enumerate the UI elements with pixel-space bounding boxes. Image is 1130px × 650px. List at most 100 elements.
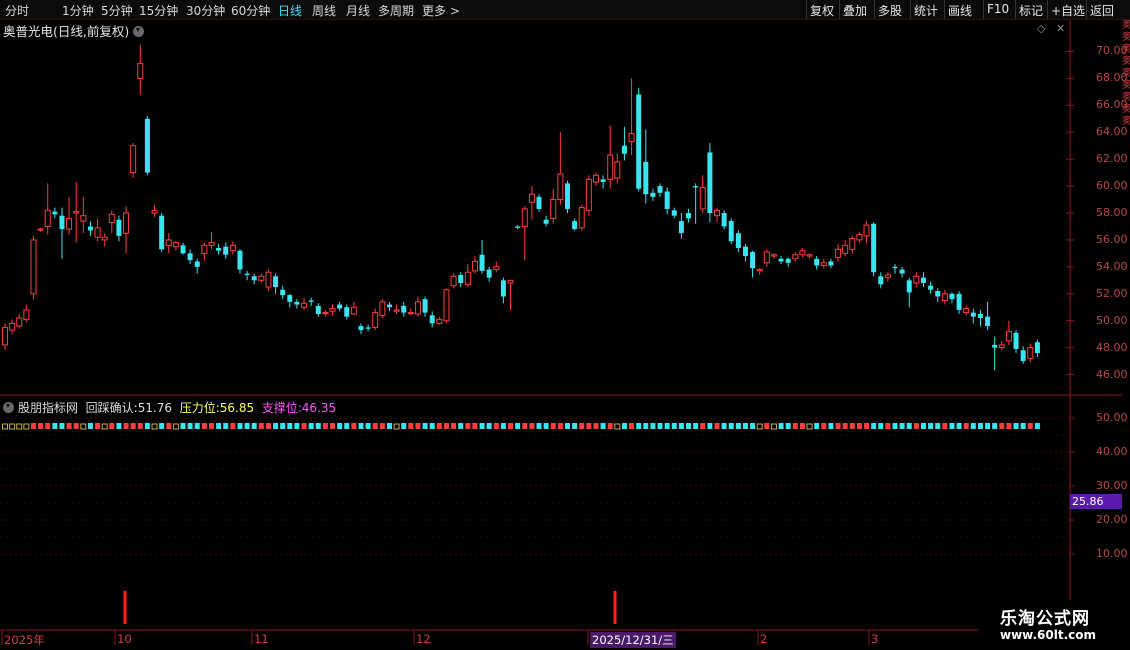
- indicator-bar: [73, 423, 79, 429]
- indicator-bar: [579, 423, 585, 429]
- candle-body: [828, 261, 834, 266]
- candle-body: [329, 308, 336, 312]
- candle-body: [607, 154, 614, 180]
- candle-body: [337, 304, 343, 309]
- indicator-bar: [9, 423, 16, 430]
- indicator-bar: [1006, 423, 1012, 429]
- indicator-bar: [451, 423, 457, 429]
- indicator-bar: [322, 423, 328, 429]
- candle-body: [842, 244, 849, 254]
- candle-body: [728, 221, 734, 242]
- date-label: 2025/12/31/三: [590, 632, 676, 648]
- indicator-bar: [693, 423, 699, 429]
- indicator-bar: [130, 423, 136, 429]
- indicator-bar: [664, 423, 670, 429]
- indicator-bar: [436, 423, 442, 429]
- candle-body: [458, 274, 464, 283]
- candle-body: [265, 271, 272, 288]
- candle-body: [735, 233, 741, 248]
- indicator-bar: [87, 423, 93, 429]
- candle-body: [137, 63, 144, 79]
- indicator-bar: [23, 423, 30, 430]
- indicator-bar: [208, 423, 214, 429]
- candle-body: [429, 315, 435, 324]
- candle-body: [707, 152, 713, 213]
- candle-body: [201, 244, 208, 254]
- candle-body: [1013, 332, 1019, 349]
- indicator-bar: [408, 423, 414, 429]
- indicator-bar: [265, 423, 271, 429]
- side-panel-edge[interactable]: 奥奥奥奥奥奥奥奥奥: [1122, 20, 1130, 630]
- indicator-bar: [244, 423, 250, 429]
- candle-body: [899, 269, 905, 274]
- indicator-item-3-label: 支撑位:: [261, 401, 302, 415]
- indicator-bar: [871, 423, 877, 429]
- indicator-bar: [216, 423, 222, 429]
- indicator-bar: [913, 423, 919, 429]
- candle-body: [44, 209, 51, 227]
- indicator-bar: [1027, 423, 1033, 429]
- indicator-bar: [151, 423, 158, 430]
- chevron-down-icon[interactable]: [3, 402, 14, 413]
- candle-body: [108, 213, 115, 223]
- indicator-bar: [422, 423, 428, 429]
- candle-body: [358, 326, 364, 331]
- candle-body: [372, 312, 379, 328]
- candle-body: [941, 293, 948, 301]
- candle-body: [550, 199, 557, 219]
- candle-body: [80, 215, 87, 222]
- indicator-bar: [985, 423, 991, 429]
- indicator-bar: [187, 423, 193, 429]
- indicator-bar: [742, 423, 748, 429]
- indicator-bar: [137, 423, 143, 429]
- candle-body: [159, 215, 165, 250]
- indicator-bar: [529, 423, 535, 429]
- candle-body: [820, 262, 827, 266]
- candle-body: [998, 344, 1005, 349]
- kline-chart[interactable]: [0, 0, 1130, 650]
- candle-body: [59, 215, 65, 230]
- candle-body: [614, 161, 621, 179]
- candle-body: [130, 145, 137, 174]
- candle-body: [992, 344, 998, 348]
- date-label: 2025年: [4, 633, 45, 647]
- candle-body: [216, 248, 222, 251]
- indicator-bar: [614, 423, 621, 430]
- candle-body: [308, 300, 314, 302]
- indicator-bar: [636, 423, 642, 429]
- indicator-bar: [251, 423, 257, 429]
- indicator-bar: [557, 423, 563, 429]
- candle-body: [721, 213, 727, 227]
- indicator-bar: [95, 423, 101, 429]
- date-label: 3: [871, 632, 879, 646]
- indicator-item-3-value: 46.35: [301, 401, 337, 415]
- indicator-bar: [16, 423, 23, 430]
- indicator-bar: [906, 423, 912, 429]
- indicator-bar: [465, 423, 471, 429]
- indicator-bar: [308, 423, 314, 429]
- indicator-bar: [856, 423, 862, 429]
- candle-body: [913, 275, 920, 284]
- indicator-bar: [180, 423, 186, 429]
- candle-body: [165, 239, 172, 246]
- candle-body: [621, 145, 627, 154]
- indicator-bar: [735, 423, 741, 429]
- indicator-bar: [806, 423, 813, 430]
- indicator-bar: [1013, 423, 1019, 429]
- candle-body: [507, 279, 514, 284]
- indicator-bar: [671, 423, 677, 429]
- indicator-bar: [750, 423, 756, 429]
- candle-body: [1027, 347, 1034, 359]
- indicator-bar: [101, 423, 108, 430]
- candle-body: [500, 280, 506, 297]
- candle-body: [144, 118, 150, 173]
- candle-body: [450, 275, 457, 287]
- indicator-bar: [586, 423, 592, 429]
- indicator-bar: [429, 423, 435, 429]
- candle-body: [557, 173, 564, 201]
- indicator-bar: [1020, 423, 1026, 429]
- candle-body: [436, 318, 443, 324]
- indicator-bar: [38, 423, 44, 429]
- indicator-value-tag: 25.86: [1070, 494, 1122, 509]
- candle-body: [194, 261, 200, 267]
